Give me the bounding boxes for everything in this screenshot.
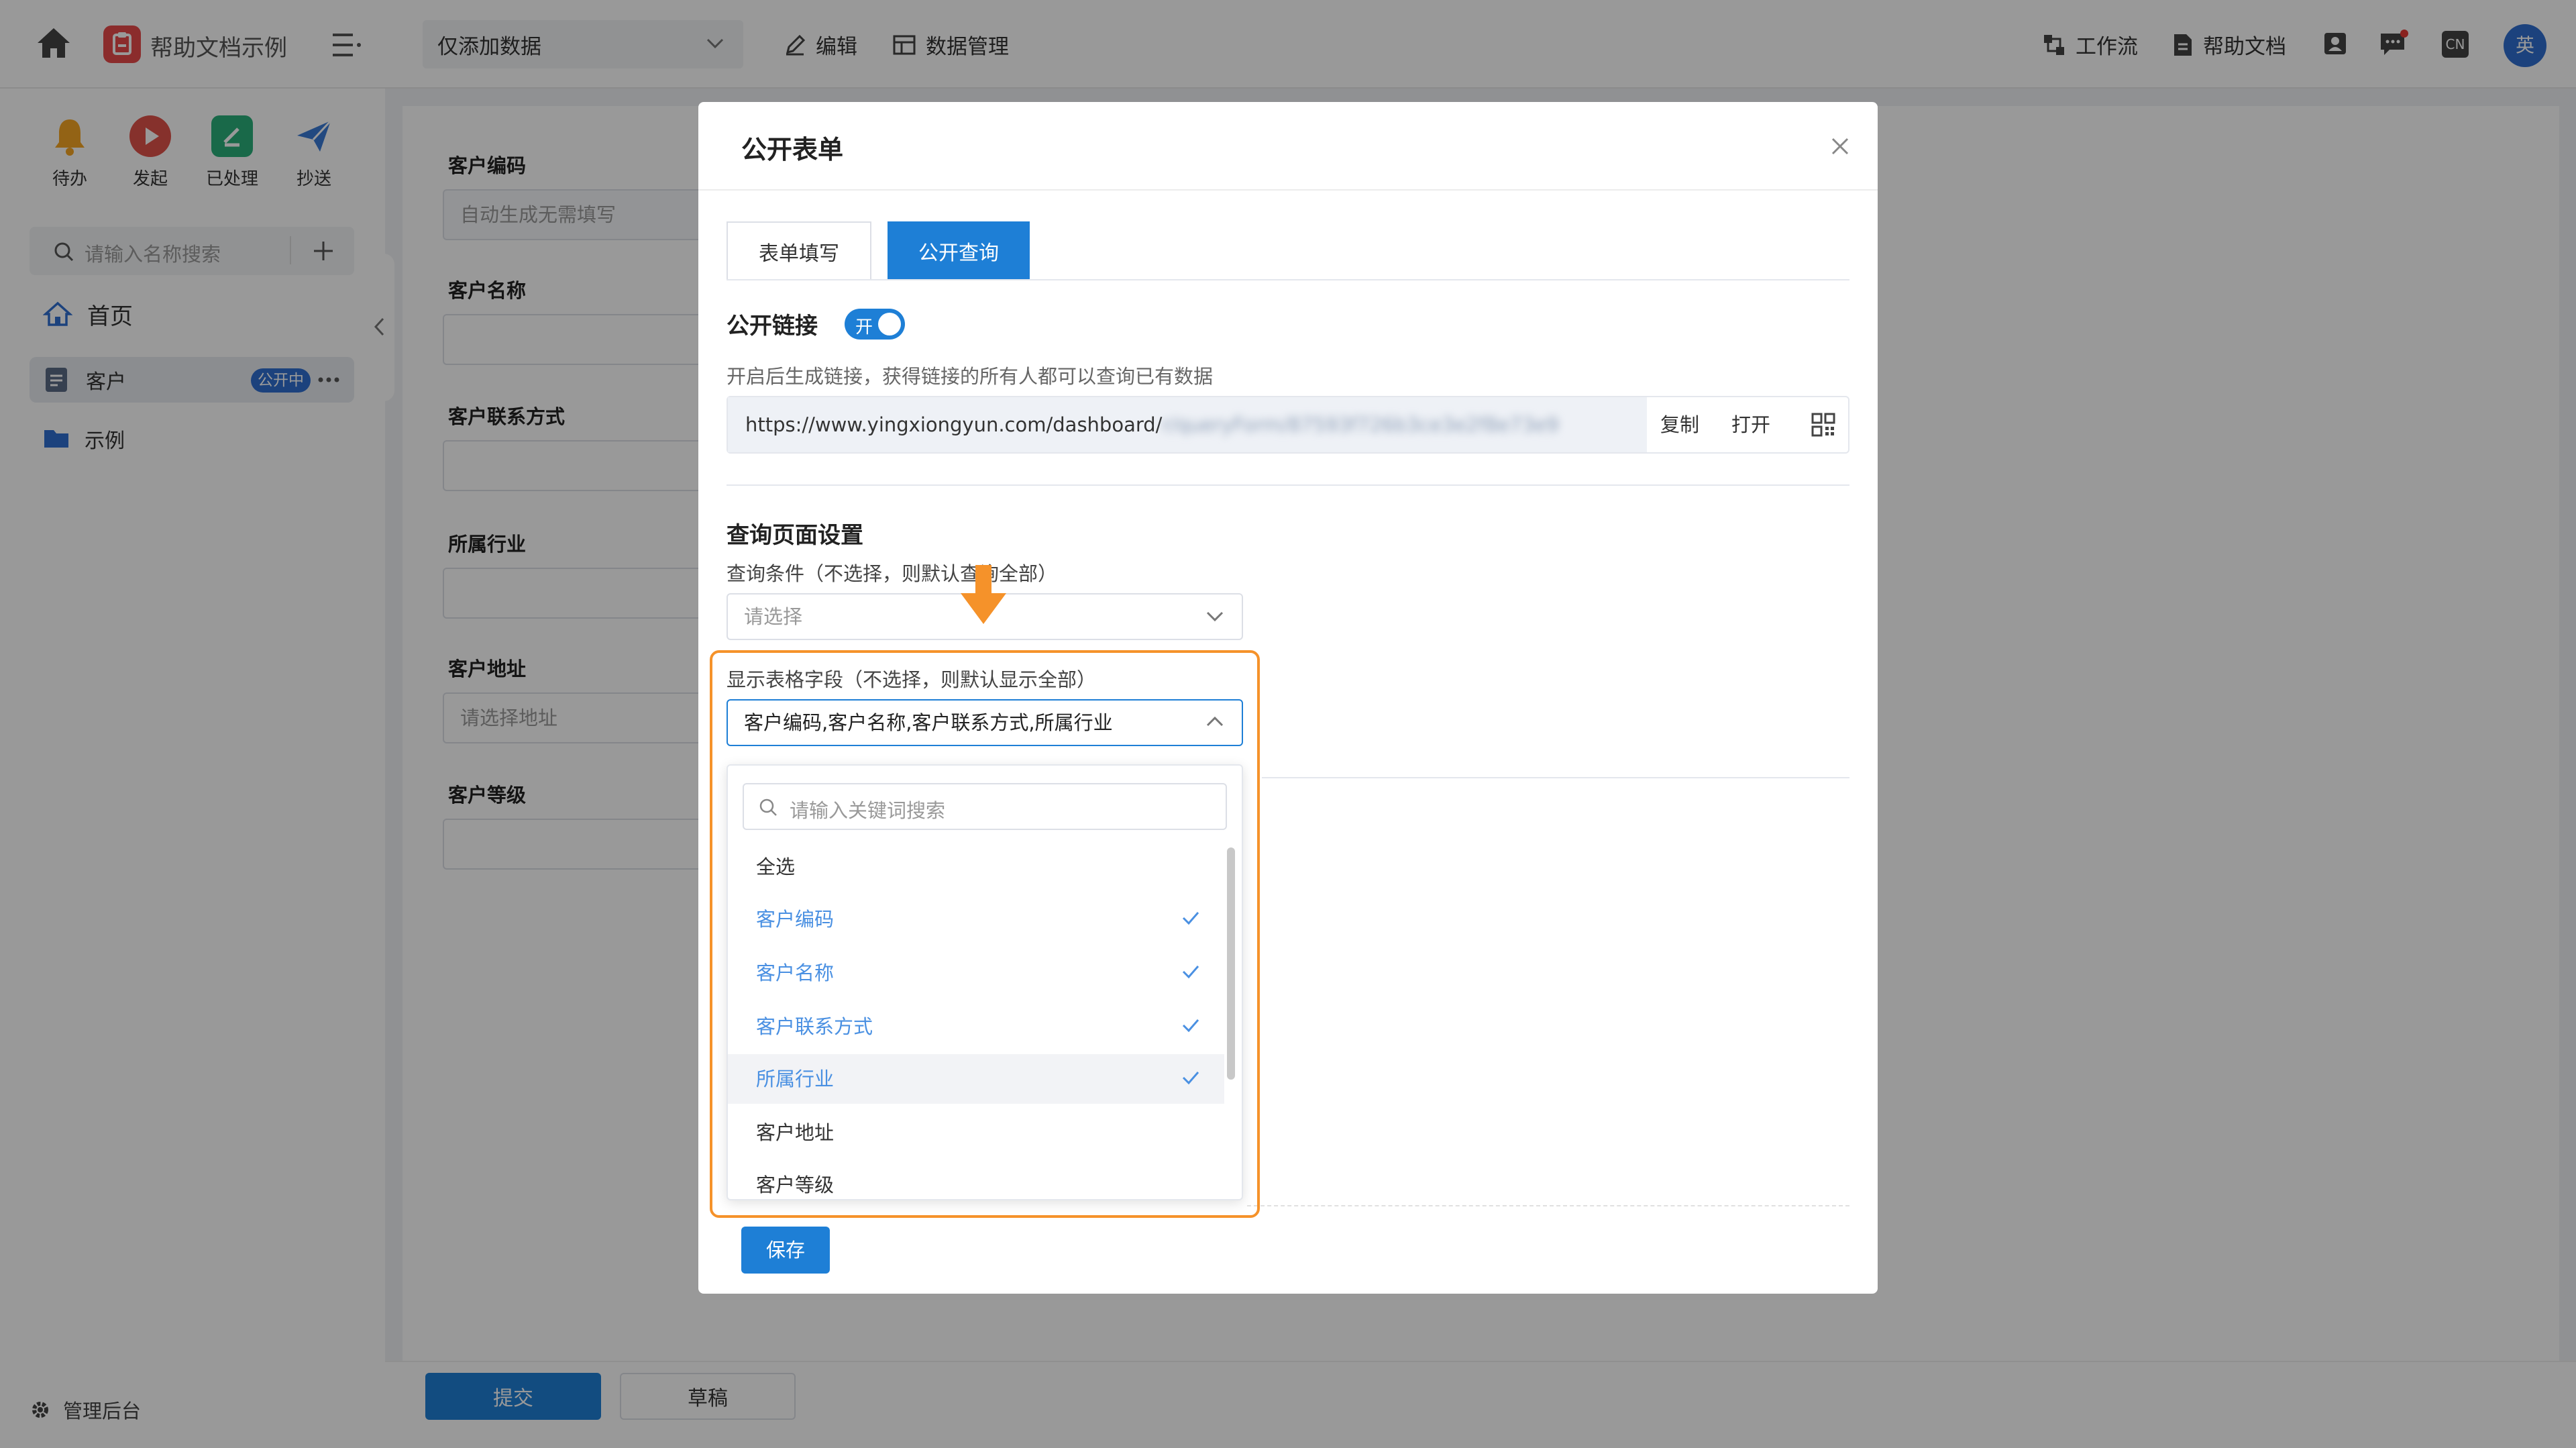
query-settings-title: 查询页面设置 [727, 522, 863, 549]
public-link-toggle[interactable]: 开 [845, 309, 905, 340]
public-link-box: https://www.yingxiongyun.com/dashboard/r… [727, 396, 1849, 454]
tab-public-query[interactable]: 公开查询 [888, 221, 1030, 280]
toggle-knob [878, 313, 901, 335]
arrow-down-icon [958, 565, 1009, 625]
modal-title: 公开表单 [741, 135, 844, 164]
dashed-divider [1247, 1205, 1849, 1206]
section-divider [727, 484, 1849, 486]
highlight-box [710, 650, 1260, 1218]
close-icon[interactable] [1831, 137, 1849, 156]
modal-header: 公开表单 [698, 102, 1878, 191]
query-conditions-placeholder: 请选择 [744, 605, 803, 628]
chevron-down-icon [1205, 611, 1224, 623]
section-divider [1262, 777, 1849, 778]
toggle-label: 开 [855, 317, 873, 338]
public-link-url[interactable]: https://www.yingxiongyun.com/dashboard/r… [728, 397, 1647, 452]
link-url-text: https://www.yingxiongyun.com/dashboard/ [745, 413, 1163, 436]
link-hint: 开启后生成链接，获得链接的所有人都可以查询已有数据 [727, 365, 1214, 388]
tab-divider [727, 279, 1849, 280]
open-link-button[interactable]: 打开 [1731, 397, 1770, 452]
public-link-title: 公开链接 [727, 313, 818, 340]
link-url-blurred: r/queryForm/87593f726b3ce3e2f8e73e9 [1162, 413, 1559, 436]
tab-form-fill[interactable]: 表单填写 [727, 221, 871, 280]
save-button[interactable]: 保存 [741, 1227, 830, 1274]
copy-link-button[interactable]: 复制 [1660, 397, 1699, 452]
qr-code-icon[interactable] [1811, 412, 1836, 437]
